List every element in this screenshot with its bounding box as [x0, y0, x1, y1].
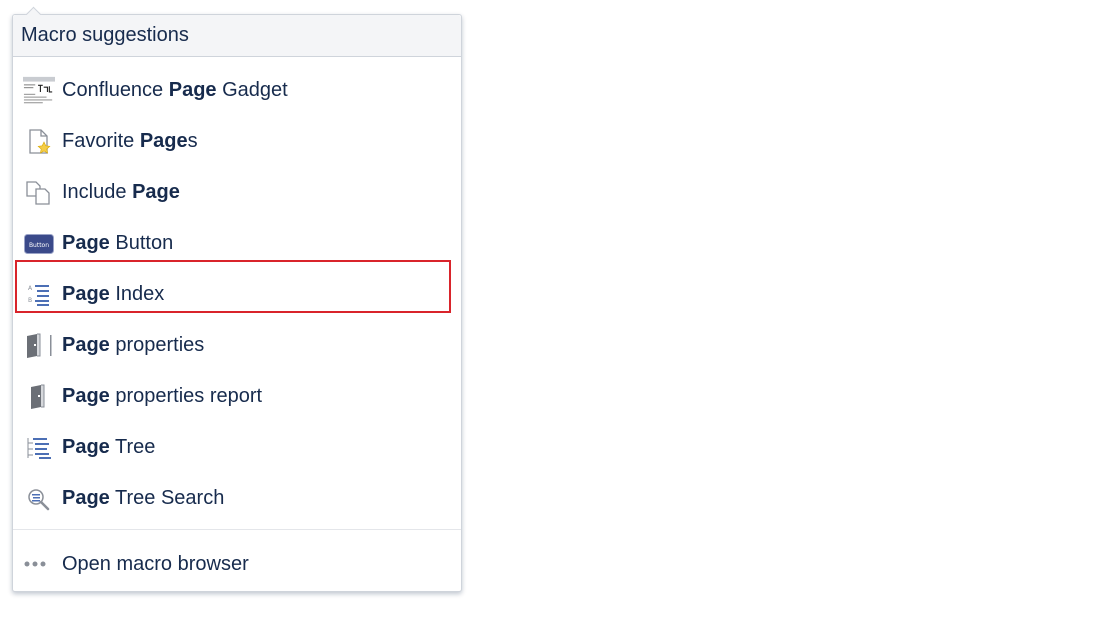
open-macro-browser-label: Open macro browser: [62, 552, 249, 575]
gadget-icon: [23, 75, 55, 107]
svg-text:B: B: [28, 297, 32, 304]
page-button-icon: Button: [23, 228, 55, 260]
page-properties-report-icon: [23, 381, 55, 413]
macro-suggestions-dropdown: Macro suggestions Confluence Page Gadget…: [12, 6, 462, 592]
macro-item-page-properties[interactable]: Page properties: [13, 320, 461, 371]
page-tree-search-icon: [23, 483, 55, 515]
svg-text:A: A: [28, 285, 33, 292]
macro-item-favorite-pages[interactable]: Favorite Pages: [13, 116, 461, 167]
macro-item-include-page[interactable]: Include Page: [13, 167, 461, 218]
favorite-pages-icon: [23, 126, 55, 158]
macro-list: Confluence Page Gadget Favorite Pages In…: [13, 57, 461, 524]
macro-item-page-button[interactable]: Button Page Button: [13, 218, 461, 269]
macro-item-page-properties-report[interactable]: Page properties report: [13, 371, 461, 422]
dropdown-header: Macro suggestions: [13, 15, 461, 57]
include-page-icon: [23, 177, 55, 209]
page-properties-icon: [23, 330, 55, 362]
macro-item-page-index[interactable]: A B Page Index: [13, 269, 461, 320]
svg-text:Button: Button: [29, 242, 49, 249]
ellipsis-icon: [23, 554, 55, 574]
macro-item-page-tree[interactable]: Page Tree: [13, 422, 461, 473]
page-tree-icon: [23, 432, 55, 464]
macro-item-page-tree-search[interactable]: Page Tree Search: [13, 473, 461, 524]
macro-item-confluence-page-gadget[interactable]: Confluence Page Gadget: [13, 65, 461, 116]
page-index-icon: A B: [23, 279, 55, 311]
open-macro-browser-button[interactable]: Open macro browser: [13, 530, 461, 598]
